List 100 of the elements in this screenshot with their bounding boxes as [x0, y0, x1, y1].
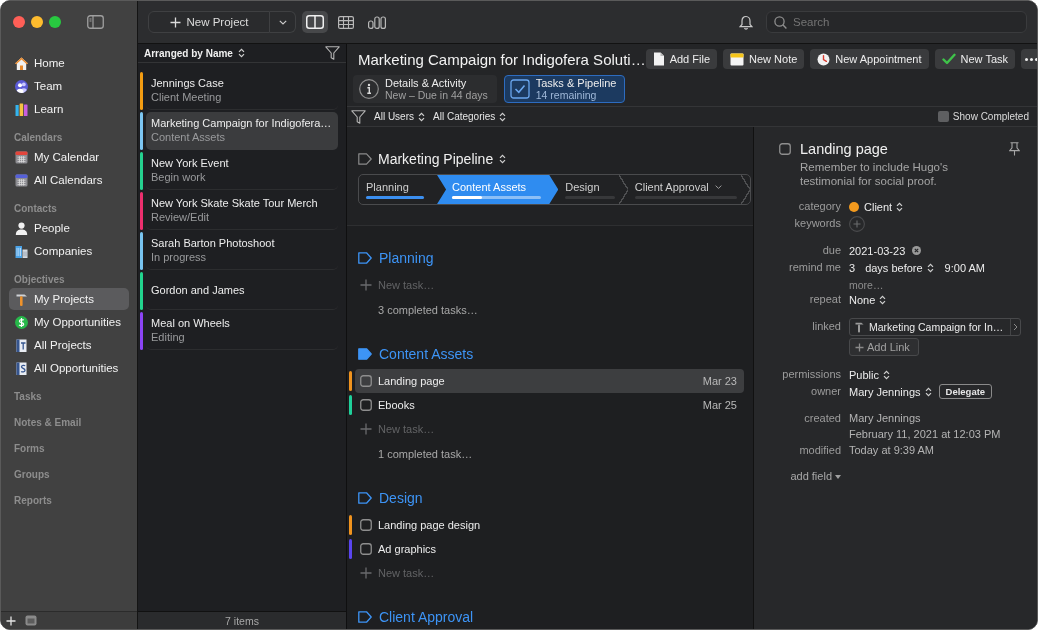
due-date-value[interactable]: 2021-03-23: [849, 244, 906, 257]
categories-filter-dropdown[interactable]: All Categories: [433, 111, 507, 122]
zoom-button[interactable]: [49, 16, 61, 28]
action-button[interactable]: Add File: [645, 49, 717, 69]
show-completed-label: Show Completed: [952, 111, 1029, 122]
close-button[interactable]: [13, 16, 25, 28]
project-title: Marketing Campaign for Indigofera Soluti…: [357, 50, 646, 68]
plus-icon[interactable]: [6, 615, 16, 626]
bell-icon[interactable]: [739, 14, 753, 30]
person-icon: [15, 221, 28, 235]
sidebar-item[interactable]: Team: [9, 75, 129, 97]
bar-chart-icon: [368, 15, 386, 29]
sidebar-item[interactable]: All Calendars: [9, 169, 129, 191]
value-dropdown[interactable]: None: [849, 293, 887, 306]
sidebar-item[interactable]: My Calendar: [9, 146, 129, 168]
project-list-item[interactable]: New York Event Begin work: [146, 152, 338, 190]
field-label: repeat: [808, 292, 841, 307]
project-title: Marketing Campaign for Indigofera…: [151, 117, 332, 130]
pipeline-stage-tab[interactable]: Planning: [359, 175, 438, 204]
sidebar-item[interactable]: Companies: [9, 240, 129, 262]
new-project-button[interactable]: New Project: [148, 11, 270, 33]
task-row[interactable]: Landing page design: [355, 513, 744, 537]
pipeline-dropdown[interactable]: Marketing Pipeline: [378, 151, 507, 167]
sidebar-item[interactable]: My Opportunities: [9, 311, 129, 333]
sidebar-section-heading: Groups: [13, 468, 51, 482]
more-button[interactable]: [1021, 49, 1037, 69]
add-field-button[interactable]: add field: [790, 468, 841, 485]
tab[interactable]: Tasks & Pipeline 14 remaining: [503, 75, 626, 103]
task-row[interactable]: Ad graphics: [355, 537, 744, 561]
task-checkbox[interactable]: [360, 399, 372, 411]
project-list-item[interactable]: Meal on Wheels Editing: [146, 312, 338, 350]
sidebar-item[interactable]: People: [9, 217, 129, 239]
completed-tasks-link[interactable]: 3 completed tasks…: [378, 303, 478, 316]
project-list-item[interactable]: Sarah Barton Photoshoot In progress: [146, 232, 338, 270]
action-button[interactable]: New Task: [934, 49, 1015, 69]
field-label: due: [821, 243, 841, 258]
reminder-time[interactable]: 9:00 AM: [944, 261, 985, 274]
calendar-icon[interactable]: [25, 615, 37, 626]
completed-tasks-link[interactable]: 1 completed task…: [378, 447, 473, 460]
users-filter-dropdown[interactable]: All Users: [374, 111, 425, 122]
document-icon: [652, 52, 665, 66]
sidebar-item[interactable]: Home: [9, 52, 129, 74]
calendar-icon: [15, 150, 28, 164]
field-label: permissions: [781, 367, 841, 382]
project-list-item[interactable]: Gordon and James: [146, 272, 338, 310]
project-subtitle: Review/Edit: [151, 211, 210, 224]
owner-dropdown[interactable]: Mary Jennings: [849, 385, 932, 398]
project-list-item[interactable]: New York Skate Skate Tour Merch Review/Edit: [146, 192, 338, 230]
task-checkbox[interactable]: [360, 543, 372, 555]
plus-icon: [360, 567, 372, 579]
show-completed-checkbox[interactable]: [937, 111, 949, 122]
grid-icon: [338, 15, 354, 29]
search-field[interactable]: Search: [766, 11, 1027, 33]
filter-icon[interactable]: [325, 46, 340, 60]
sidebar-item[interactable]: All Projects: [9, 334, 129, 356]
sidebar-section-heading: Contacts: [13, 202, 58, 216]
filter-icon[interactable]: [351, 109, 366, 124]
section-heading: Content Assets: [379, 346, 474, 362]
hammer-icon: [855, 321, 864, 333]
pin-icon[interactable]: [1009, 142, 1020, 156]
add-link-button[interactable]: Add Link: [849, 338, 919, 356]
category-dropdown[interactable]: Client: [864, 200, 904, 213]
task-row[interactable]: Ebooks Mar 25: [355, 393, 744, 417]
action-button[interactable]: New Appointment: [810, 49, 929, 69]
reminder-unit-dropdown[interactable]: days before: [865, 261, 934, 274]
sidebar-item[interactable]: My Projects: [9, 288, 129, 310]
checkmark-icon: [941, 53, 956, 65]
project-list-item[interactable]: Marketing Campaign for Indigofera… Content Assets: [146, 112, 338, 150]
value-dropdown[interactable]: Public: [849, 368, 890, 381]
task-checkbox[interactable]: [360, 375, 372, 387]
task-row[interactable]: Landing page Mar 23: [355, 369, 744, 393]
reminder-count[interactable]: 3: [849, 261, 856, 274]
plus-icon: [169, 16, 181, 28]
project-title: New York Skate Skate Tour Merch: [151, 197, 318, 210]
task-checkbox[interactable]: [779, 143, 791, 155]
field-label: modified: [798, 443, 841, 458]
sidebar-section-heading: Tasks: [13, 390, 43, 404]
sidebar-toggle-icon[interactable]: [87, 15, 104, 29]
project-list-item[interactable]: Jennings Case Client Meeting: [146, 72, 338, 110]
sort-chevron-icon: [926, 262, 934, 273]
more-link[interactable]: more…: [849, 279, 884, 291]
clear-icon[interactable]: [912, 246, 922, 255]
linked-item-link[interactable]: Marketing Campaign for In…: [849, 318, 1022, 336]
view-button[interactable]: [302, 11, 328, 33]
sidebar-item[interactable]: Learn: [9, 98, 129, 120]
minimize-button[interactable]: [31, 16, 43, 28]
sidebar-item[interactable]: All Opportunities: [9, 357, 129, 379]
field-label: owner: [810, 384, 841, 399]
checked-box-icon: [509, 79, 530, 99]
task-checkbox[interactable]: [360, 519, 372, 531]
delegate-button[interactable]: Delegate: [938, 384, 993, 399]
tab[interactable]: Details & Activity New – Due in 44 days: [353, 75, 497, 103]
sidebar-section-heading: Forms: [13, 442, 46, 456]
section-heading: Design: [379, 490, 423, 506]
sort-chevron-icon: [499, 111, 507, 122]
action-button[interactable]: New Note: [723, 49, 805, 69]
task-title: Landing page design: [378, 519, 481, 531]
field-label: keywords: [793, 216, 841, 231]
sidebar-section-heading: Calendars: [13, 131, 64, 145]
sort-dropdown[interactable]: Arranged by Name: [144, 47, 245, 59]
